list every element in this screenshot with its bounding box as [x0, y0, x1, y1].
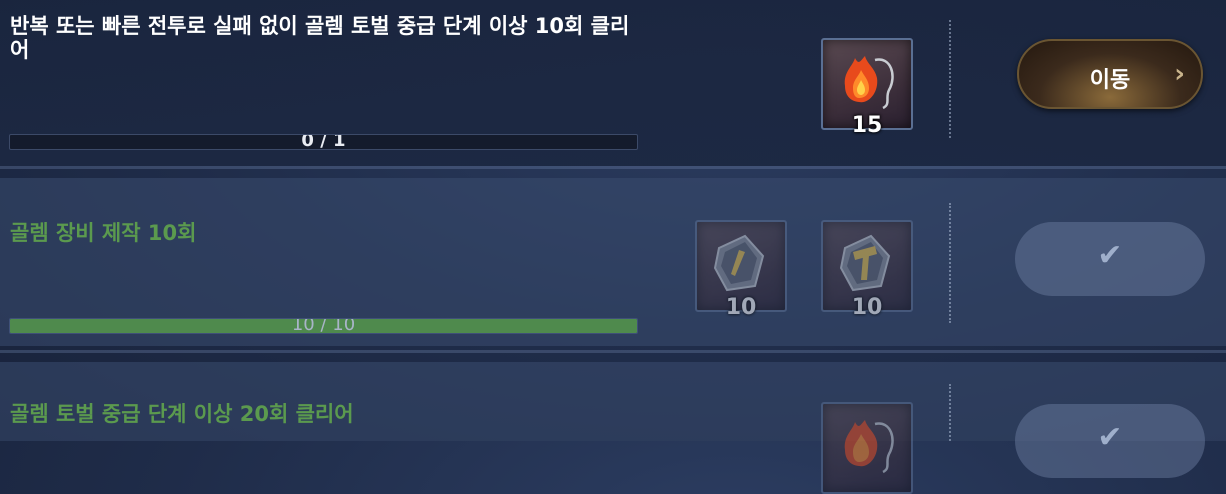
- reward-slot[interactable]: 10: [695, 220, 787, 320]
- chevron-right-icon: ›: [1174, 59, 1185, 89]
- weapon-stone-icon: [713, 234, 765, 292]
- check-icon: ✔: [1097, 420, 1123, 455]
- progress-bar: 10 / 10: [9, 318, 638, 334]
- progress-bar: 0 / 1: [9, 134, 638, 150]
- fire-necklace-icon: [844, 56, 894, 110]
- hammer-stone-icon: [839, 234, 891, 292]
- mission-row: 반복 또는 빠른 전투로 실패 없이 골렘 토벌 중급 단계 이상 10회 클리…: [0, 0, 1226, 166]
- separator: [949, 203, 951, 323]
- reward-quantity: 15: [851, 113, 883, 138]
- progress-text: 0 / 1: [301, 134, 346, 150]
- move-button[interactable]: 이동 ›: [1017, 39, 1203, 109]
- progress-text: 10 / 10: [291, 318, 356, 334]
- separator: [949, 384, 951, 441]
- claimed-button[interactable]: ✔: [1015, 222, 1205, 296]
- check-icon: ✔: [1097, 238, 1123, 273]
- mission-title: 반복 또는 빠른 전투로 실패 없이 골렘 토벌 중급 단계 이상 10회 클리…: [10, 14, 630, 62]
- mission-title: 골렘 장비 제작 10회: [10, 221, 197, 245]
- fire-necklace-icon: [844, 420, 894, 474]
- mission-row-completed: 골렘 장비 제작 10회 10 / 10 10 10 ✔: [0, 178, 1226, 346]
- reward-slot[interactable]: [821, 402, 913, 494]
- reward-slot[interactable]: 15: [821, 38, 913, 138]
- mission-row-completed: 골렘 토벌 중급 단계 이상 20회 클리어 ✔: [0, 362, 1226, 494]
- row-divider: [0, 350, 1226, 353]
- mission-title: 골렘 토벌 중급 단계 이상 20회 클리어: [10, 402, 354, 426]
- row-divider: [0, 166, 1226, 169]
- reward-quantity: 10: [851, 295, 883, 320]
- separator: [949, 20, 951, 138]
- reward-slot[interactable]: 10: [821, 220, 913, 320]
- claimed-button[interactable]: ✔: [1015, 404, 1205, 478]
- reward-quantity: 10: [725, 295, 757, 320]
